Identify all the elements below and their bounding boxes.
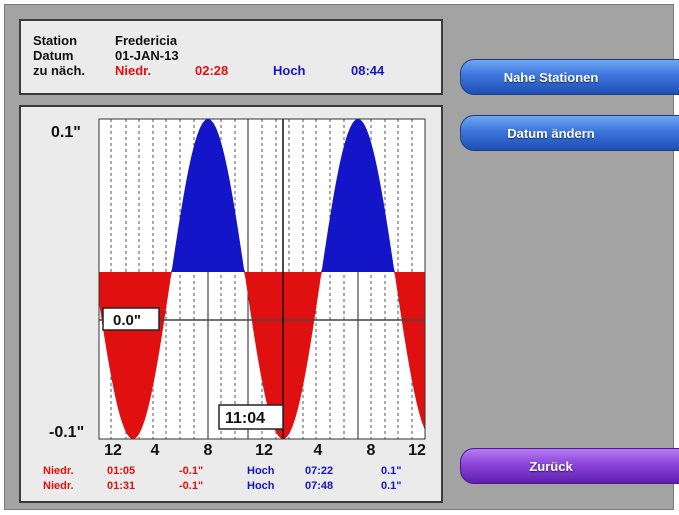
- table-row-1-high-label: Hoch: [247, 465, 275, 477]
- table-row-2-high-time: 07:48: [305, 480, 334, 492]
- next-low-label: Niedr.: [115, 63, 152, 78]
- next-label: zu näch.: [33, 63, 86, 78]
- station-label: Station: [33, 33, 78, 48]
- nearby-stations-button[interactable]: Nahe Stationen: [460, 59, 679, 95]
- change-date-button[interactable]: Datum ändern: [460, 115, 679, 151]
- x-tick-label: 12: [104, 442, 122, 459]
- tide-chart-panel: 0.1" -0.1" 0.0" 11:04 12 4 8 12 4 8 12 N…: [19, 105, 443, 503]
- table-row-2-high-label: Hoch: [247, 480, 275, 492]
- x-tick-label: 12: [408, 442, 426, 459]
- y-max-label: 0.1": [51, 124, 81, 141]
- table-row-2-low-value: -0.1": [179, 480, 204, 492]
- tide-chart[interactable]: 0.1" -0.1" 0.0" 11:04 12 4 8 12 4 8 12: [21, 107, 441, 501]
- next-low-time: 02:28: [195, 63, 229, 78]
- x-tick-label: 4: [151, 442, 160, 459]
- x-tick-label: 8: [204, 442, 213, 459]
- table-row-1-low-label: Niedr.: [43, 465, 74, 477]
- level-box-value: 0.0": [113, 312, 141, 329]
- x-tick-labels: 12 4 8 12 4 8 12: [104, 442, 426, 459]
- next-high-label: Hoch: [273, 63, 306, 78]
- device-screen: Station Fredericia Datum 01-JAN-13 zu nä…: [4, 4, 679, 510]
- cursor-time: 11:04: [225, 410, 265, 427]
- y-min-label: -0.1": [49, 424, 84, 441]
- x-tick-label: 12: [255, 442, 273, 459]
- station-value: Fredericia: [115, 33, 178, 48]
- datum-value: 01-JAN-13: [115, 48, 179, 63]
- table-row-1-low-time: 01:05: [107, 465, 136, 477]
- table-row-1-high-time: 07:22: [305, 465, 334, 477]
- station-info-panel: Station Fredericia Datum 01-JAN-13 zu nä…: [19, 19, 443, 95]
- table-row-2-low-label: Niedr.: [43, 480, 74, 492]
- table-row-1-high-value: 0.1": [381, 465, 402, 477]
- x-tick-label: 4: [314, 442, 323, 459]
- next-high-time: 08:44: [351, 63, 385, 78]
- table-row-1-low-value: -0.1": [179, 465, 204, 477]
- datum-label: Datum: [33, 48, 74, 63]
- table-row-2-low-time: 01:31: [107, 480, 136, 492]
- x-tick-label: 8: [367, 442, 376, 459]
- table-row-2-high-value: 0.1": [381, 480, 402, 492]
- back-button[interactable]: Zurück: [460, 448, 679, 484]
